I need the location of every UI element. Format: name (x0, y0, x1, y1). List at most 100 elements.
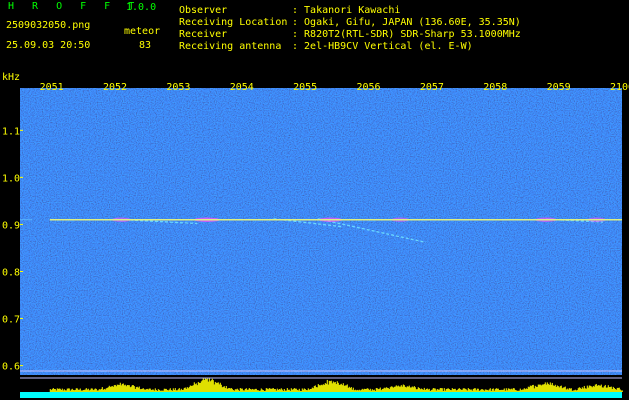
histogram-bar (173, 389, 175, 392)
histogram-bar (62, 390, 64, 392)
histogram-bar (118, 384, 120, 392)
histogram-bar (362, 389, 364, 392)
histogram-bar (456, 389, 458, 392)
histogram-bar (545, 384, 547, 392)
histogram-bar (464, 388, 466, 392)
histogram-bar (269, 388, 271, 392)
histogram-bar (397, 385, 399, 392)
histogram-bar (67, 388, 69, 392)
histogram-bar (611, 389, 613, 392)
histogram-bar (252, 389, 254, 392)
histogram-bar (315, 387, 317, 392)
histogram-bar (177, 389, 179, 392)
histogram-bar (49, 389, 51, 392)
histogram-bar (451, 388, 453, 392)
histogram-bar (334, 381, 336, 392)
histogram-bar (304, 389, 306, 392)
histogram-bar (441, 388, 443, 392)
histogram-bar (114, 384, 116, 392)
histogram-bar (414, 387, 416, 392)
histogram-bar (267, 389, 269, 392)
histogram-bar (466, 390, 468, 392)
histogram-bar (162, 390, 164, 392)
histogram-bar (605, 387, 607, 392)
histogram-bar (231, 388, 233, 392)
histogram-bar (559, 386, 561, 392)
histogram-bar (425, 388, 427, 392)
histogram-bar (295, 388, 297, 392)
histogram-bar (152, 389, 154, 392)
histogram-bar (551, 382, 553, 392)
histogram-bar (471, 390, 473, 392)
histogram-bar (329, 381, 331, 392)
histogram-bar (398, 386, 400, 392)
histogram-bar (470, 389, 472, 392)
histogram-bar (132, 385, 134, 392)
histogram-bar (521, 389, 523, 392)
histogram-bar (192, 385, 194, 392)
histogram-bar (541, 384, 543, 392)
x-tick-label: 2053 (166, 82, 190, 93)
histogram-bar (614, 388, 616, 392)
histogram-bar (616, 387, 618, 392)
histogram-bar (532, 384, 534, 392)
histogram-bar (83, 389, 85, 392)
histogram-bar (568, 388, 570, 392)
histogram-bar (596, 385, 598, 392)
histogram-bar (150, 390, 152, 392)
histogram-bar (368, 390, 370, 392)
histogram-bar (327, 384, 329, 392)
histogram-bar (79, 388, 81, 392)
histogram-bar (333, 382, 335, 392)
histogram-bar (290, 388, 292, 392)
histogram-bar (584, 388, 586, 392)
histogram-bar (335, 384, 337, 392)
histogram-bar (112, 386, 114, 392)
histogram-bar (574, 389, 576, 392)
histogram-bar (313, 386, 315, 392)
histogram-bar (117, 384, 119, 392)
histogram-bar (124, 384, 126, 392)
histogram-bar (514, 389, 516, 392)
histogram-bar (378, 388, 380, 392)
histogram-bar (137, 387, 139, 392)
histogram-bar (558, 387, 560, 392)
histogram-bar (103, 388, 105, 392)
histogram-bar (422, 389, 424, 392)
histogram-bar (80, 390, 82, 392)
histogram-bar (434, 388, 436, 392)
histogram-bar (442, 390, 444, 392)
histogram-bar (331, 383, 333, 392)
histogram-bar (262, 390, 264, 392)
histogram-bar (159, 390, 161, 392)
histogram-bar (570, 388, 572, 392)
histogram-bar (555, 386, 557, 392)
histogram-bar (211, 378, 213, 392)
histogram-bar (515, 390, 517, 392)
histogram-bar (426, 388, 428, 392)
histogram-bar (133, 386, 135, 392)
histogram-bar (619, 389, 621, 392)
histogram-bar (577, 388, 579, 392)
histogram-bar (248, 388, 250, 392)
histogram-bar (153, 390, 155, 392)
histogram-bar (363, 388, 365, 392)
histogram-bar (569, 388, 571, 392)
histogram-bar (520, 390, 522, 392)
histogram-bar (212, 380, 214, 392)
histogram-bar (195, 383, 197, 392)
histogram-bar (154, 388, 156, 392)
histogram-bar (526, 388, 528, 392)
histogram-bar (175, 390, 177, 392)
histogram-bar (392, 387, 394, 392)
histogram-bar (108, 385, 110, 392)
histogram-bar (560, 385, 562, 392)
histogram-bar (311, 387, 313, 392)
histogram-bar (123, 385, 125, 392)
histogram-bar (320, 384, 322, 392)
histogram-bar (462, 388, 464, 392)
histogram-bar (485, 389, 487, 392)
histogram-bar (472, 388, 474, 392)
histogram-bar (540, 385, 542, 392)
histogram-bar (189, 385, 191, 392)
